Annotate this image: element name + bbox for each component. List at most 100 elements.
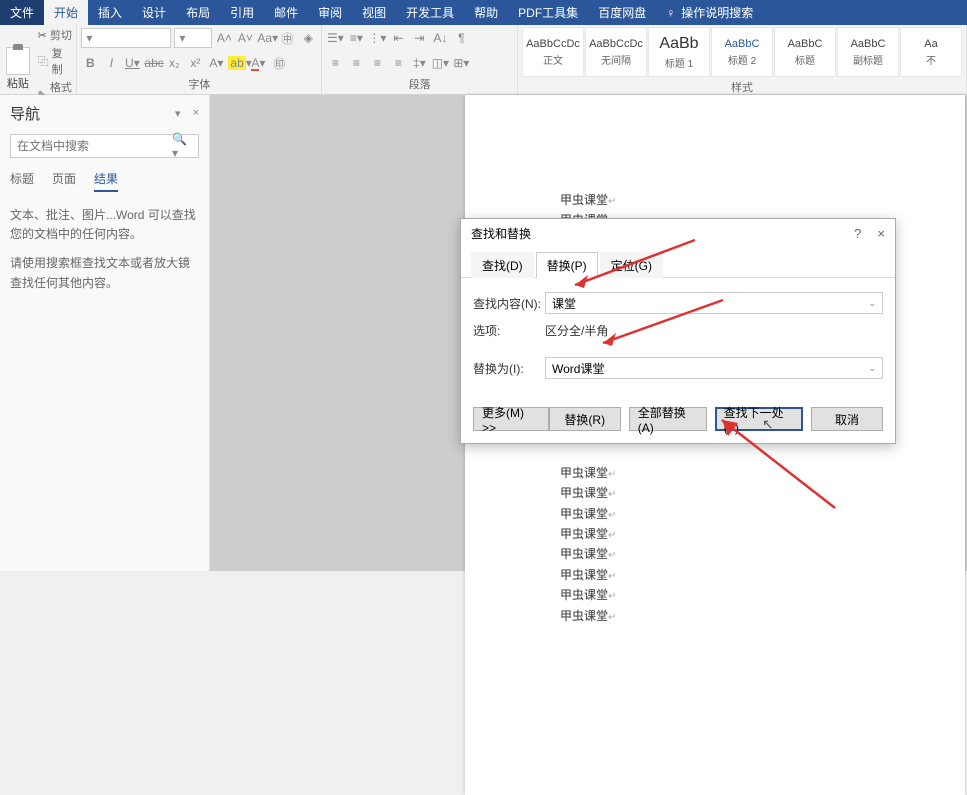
numbering-button[interactable]: ≡▾ [347,31,365,45]
show-marks-button[interactable]: ¶ [452,31,470,45]
subscript-button[interactable]: x₂ [165,56,183,70]
style-preview: AaBbC [788,38,823,50]
menu-insert[interactable]: 插入 [88,0,132,25]
menu-baidu[interactable]: 百度网盘 [588,0,656,25]
menu-layout[interactable]: 布局 [176,0,220,25]
dialog-help-icon[interactable]: ? [854,226,861,241]
italic-button[interactable]: I [102,56,120,70]
dialog-tabs: 查找(D) 替换(P) 定位(G) [461,247,895,278]
replace-input[interactable]: Word课堂 ⌄ [545,357,883,379]
style-no-spacing[interactable]: AaBbCcDc无间隔 [585,27,647,77]
paragraph-group-label: 段落 [326,74,513,94]
dialog-tab-replace[interactable]: 替换(P) [536,252,598,278]
scissors-icon: ✂ [38,29,47,42]
copy-label: 复制 [52,45,73,77]
cancel-button[interactable]: 取消 [811,407,883,431]
style-more[interactable]: Aa不 [900,27,962,77]
replace-value: Word课堂 [552,360,604,377]
style-name: 标题 [795,52,815,67]
nav-tab-pages[interactable]: 页面 [52,170,76,192]
shrink-font-button[interactable]: A˅ [236,31,254,45]
menu-mailings[interactable]: 邮件 [264,0,308,25]
menu-pdf[interactable]: PDF工具集 [508,0,588,25]
menu-home[interactable]: 开始 [44,0,88,25]
style-name: 标题 1 [665,55,693,70]
grow-font-button[interactable]: A˄ [215,31,233,45]
menu-view[interactable]: 视图 [352,0,396,25]
style-name: 不 [926,52,936,67]
dialog-tab-find[interactable]: 查找(D) [471,252,534,278]
superscript-button[interactable]: x² [186,56,204,70]
ribbon-paragraph-group: ☰▾ ≡▾ ⋮▾ ⇤ ⇥ A↓ ¶ ≡ ≡ ≡ ≡ ‡▾ ◫▾ ⊞▾ 段落 [322,25,518,94]
line-spacing-button[interactable]: ‡▾ [410,56,428,70]
menu-review[interactable]: 审阅 [308,0,352,25]
find-next-button[interactable]: 查找下一处(F) [715,407,803,431]
shading-button[interactable]: ◫▾ [431,56,449,70]
paste-button[interactable]: 粘贴 [4,44,32,94]
nav-search-box[interactable]: 🔍▾ [10,134,199,158]
style-subtitle[interactable]: AaBbC副标题 [837,27,899,77]
justify-button[interactable]: ≡ [389,56,407,70]
multilevel-button[interactable]: ⋮▾ [368,31,386,45]
ribbon-styles-group: AaBbCcDc正文 AaBbCcDc无间隔 AaBb标题 1 AaBbC标题 … [518,25,967,94]
font-family-select[interactable]: ▾ [81,28,171,48]
options-label: 选项: [473,322,539,339]
strikethrough-button[interactable]: abc [144,56,162,70]
font-color-button[interactable]: A▾ [249,56,267,71]
font-size-select[interactable]: ▾ [174,28,212,48]
styles-group-label: 样式 [522,77,962,97]
text-effects-button[interactable]: A▾ [207,56,225,70]
nav-tab-results[interactable]: 结果 [94,170,118,192]
style-title[interactable]: AaBbC 标题 [774,27,836,77]
chevron-down-icon[interactable]: ⌄ [868,363,876,374]
bold-button[interactable]: B [81,56,99,70]
chevron-down-icon[interactable]: ⌄ [868,298,876,309]
align-center-button[interactable]: ≡ [347,56,365,70]
nav-search-input[interactable] [17,139,172,153]
more-button[interactable]: 更多(M) >> [473,407,549,431]
style-heading2[interactable]: AaBbC标题 2 [711,27,773,77]
replace-all-button[interactable]: 全部替换(A) [629,407,707,431]
ribbon: 粘贴 ✂剪切 ⿻复制 ✎格式刷 剪贴板 ▾ ▾ A˄ A˅ Aa▾ ㊥ ◈ B … [0,25,967,95]
dialog-close-icon[interactable]: × [877,226,885,241]
style-heading1[interactable]: AaBb标题 1 [648,27,710,77]
menu-tellme[interactable]: ♀ 操作说明搜索 [656,0,763,25]
nav-tab-headings[interactable]: 标题 [10,170,34,192]
clear-format-button[interactable]: ◈ [299,31,317,45]
menu-design[interactable]: 设计 [132,0,176,25]
sort-button[interactable]: A↓ [431,31,449,45]
doc-line: 甲虫课堂↵ [560,606,965,626]
increase-indent-button[interactable]: ⇥ [410,31,428,45]
dialog-tab-goto[interactable]: 定位(G) [600,252,663,278]
paste-label: 粘贴 [7,75,29,91]
menu-references[interactable]: 引用 [220,0,264,25]
nav-dropdown-icon[interactable]: ▾ [175,107,181,120]
nav-close-icon[interactable]: × [193,107,199,120]
phonetic-button[interactable]: ㊥ [278,30,296,47]
style-name: 无间隔 [601,52,631,67]
replace-button[interactable]: 替换(R) [549,407,621,431]
menu-developer[interactable]: 开发工具 [396,0,464,25]
align-left-button[interactable]: ≡ [326,56,344,70]
change-case-button[interactable]: Aa▾ [257,31,275,45]
document-page[interactable]: 甲虫课堂↵ 甲虫课堂↵ 甲虫课堂↵ 甲虫课堂↵ 甲虫课堂↵ 甲虫课堂↵ 甲虫课堂… [465,95,965,795]
borders-button[interactable]: ⊞▾ [452,56,470,70]
navigation-pane: 导航 ▾ × 🔍▾ 标题 页面 结果 文本、批注、图片...Word 可以查找您… [0,95,210,571]
menu-file[interactable]: 文件 [0,0,44,25]
cut-button[interactable]: ✂剪切 [38,27,73,43]
copy-button[interactable]: ⿻复制 [38,45,73,77]
bullets-button[interactable]: ☰▾ [326,31,344,45]
decrease-indent-button[interactable]: ⇤ [389,31,407,45]
align-right-button[interactable]: ≡ [368,56,386,70]
underline-button[interactable]: U▾ [123,56,141,70]
menu-help[interactable]: 帮助 [464,0,508,25]
style-normal[interactable]: AaBbCcDc正文 [522,27,584,77]
doc-line: 甲虫课堂↵ [560,483,965,503]
enclose-char-button[interactable]: ㊞ [270,55,288,72]
highlight-button[interactable]: ab▾ [228,56,246,70]
style-gallery[interactable]: AaBbCcDc正文 AaBbCcDc无间隔 AaBb标题 1 AaBbC标题 … [522,27,962,77]
dialog-titlebar[interactable]: 查找和替换 ? × [461,219,895,247]
find-input[interactable]: 课堂 ⌄ [545,292,883,314]
search-icon[interactable]: 🔍▾ [172,132,192,160]
find-value: 课堂 [552,295,576,312]
